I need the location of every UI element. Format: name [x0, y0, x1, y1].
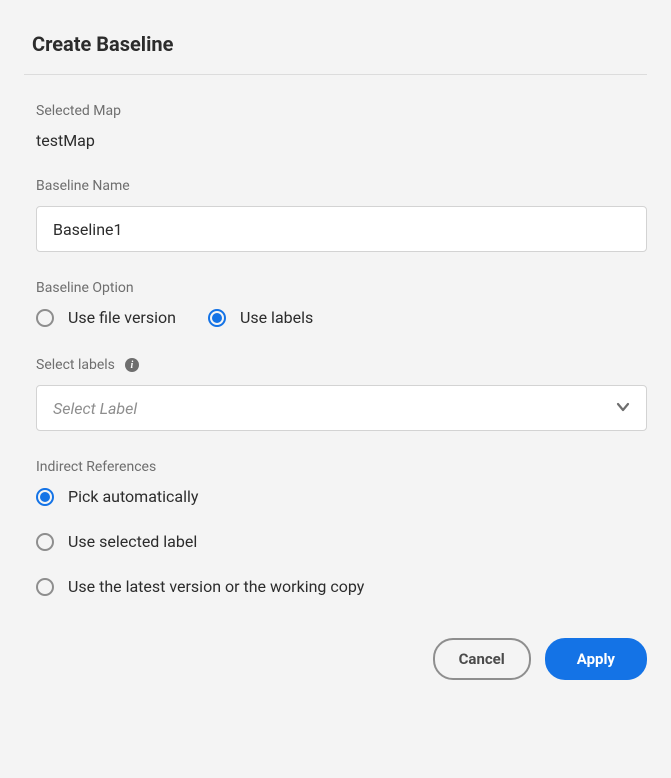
button-row: Cancel Apply: [36, 638, 647, 680]
indirect-references-group: Pick automatically Use selected label Us…: [36, 487, 647, 596]
radio-file-version-label: Use file version: [68, 308, 176, 327]
page-title: Create Baseline: [24, 32, 647, 56]
baseline-option-label: Baseline Option: [36, 280, 647, 296]
radio-circle-unselected: [36, 533, 54, 551]
chevron-down-icon: [616, 399, 630, 418]
radio-file-version[interactable]: Use file version: [36, 308, 176, 327]
radio-latest-version[interactable]: Use the latest version or the working co…: [36, 577, 647, 596]
select-labels-header: Select labels i: [36, 357, 647, 373]
radio-use-selected-label-label: Use selected label: [68, 532, 197, 551]
radio-pick-automatically[interactable]: Pick automatically: [36, 487, 647, 506]
select-label-placeholder: Select Label: [53, 399, 137, 418]
radio-circle-selected: [208, 309, 226, 327]
radio-latest-version-label: Use the latest version or the working co…: [68, 577, 364, 596]
selected-map-label: Selected Map: [36, 103, 647, 119]
info-icon[interactable]: i: [125, 358, 139, 372]
cancel-button[interactable]: Cancel: [433, 638, 531, 680]
indirect-references-label: Indirect References: [36, 459, 647, 475]
selected-map-value: testMap: [36, 131, 647, 150]
radio-pick-automatically-label: Pick automatically: [68, 487, 198, 506]
select-label-dropdown[interactable]: Select Label: [36, 385, 647, 431]
radio-circle-unselected: [36, 578, 54, 596]
radio-use-labels[interactable]: Use labels: [208, 308, 313, 327]
radio-use-labels-label: Use labels: [240, 308, 313, 327]
radio-use-selected-label[interactable]: Use selected label: [36, 532, 647, 551]
baseline-option-group: Use file version Use labels: [36, 308, 647, 327]
baseline-name-label: Baseline Name: [36, 178, 647, 194]
form-content: Selected Map testMap Baseline Name Basel…: [24, 103, 647, 680]
select-labels-label: Select labels: [36, 357, 115, 373]
radio-circle-selected: [36, 488, 54, 506]
apply-button[interactable]: Apply: [545, 638, 647, 680]
divider: [24, 74, 647, 75]
radio-circle-unselected: [36, 309, 54, 327]
baseline-name-input[interactable]: [36, 206, 647, 252]
